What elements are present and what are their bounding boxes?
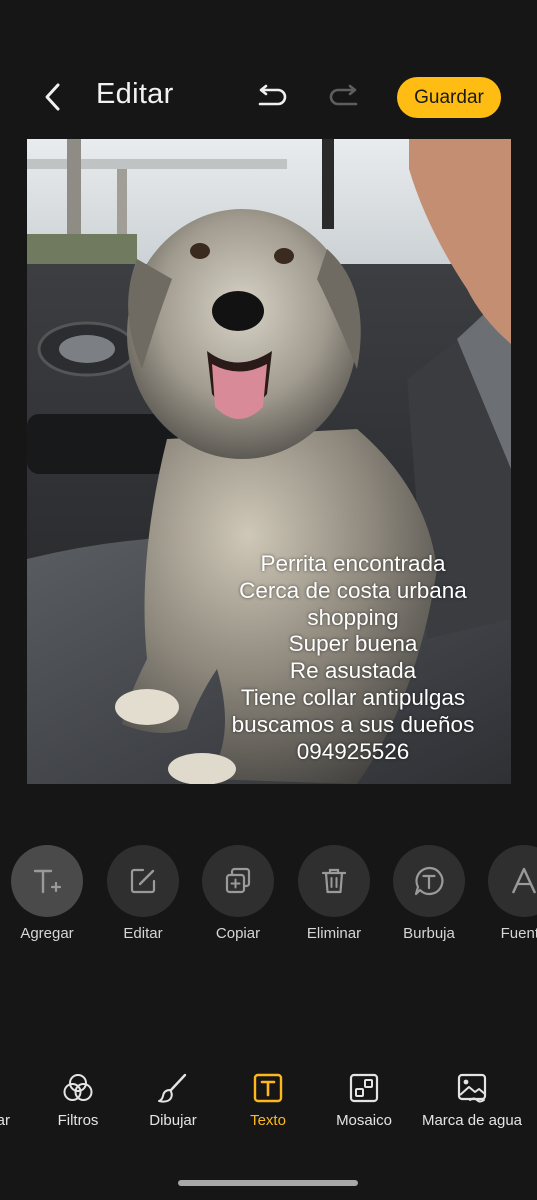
filters-icon (63, 1074, 93, 1101)
nav-item-ajustar[interactable]: Ajustar (0, 1070, 10, 1129)
caption-line: Super buena (288, 631, 418, 657)
copy-icon (225, 867, 251, 894)
nav-label: Dibujar (149, 1112, 197, 1129)
caption-line: Perrita encontrada (260, 551, 446, 576)
tool-label: Agregar (20, 925, 74, 942)
nav-item-texto[interactable]: Texto (238, 1070, 298, 1129)
caption-line: buscamos a sus dueños (231, 711, 475, 737)
redo-icon (329, 84, 358, 106)
caption-line: Cerca de costa urbana (239, 577, 467, 603)
caption-text[interactable]: Perrita encontrada Cerca de costa urbana… (207, 551, 499, 765)
redo-button[interactable] (326, 80, 362, 114)
bubble-icon (414, 866, 444, 896)
bottom-nav: Ajustar Filtros Dibujar Texto (0, 1070, 537, 1140)
nav-item-marca-de-agua[interactable]: Marca de agua (418, 1070, 526, 1129)
nav-label: Ajustar (0, 1112, 10, 1129)
brush-icon (158, 1073, 187, 1103)
tool-agregar[interactable]: Agregar (0, 845, 97, 942)
nav-label: Texto (250, 1112, 286, 1129)
undo-button[interactable] (254, 80, 290, 114)
caption-line: shopping (307, 604, 399, 630)
undo-icon (258, 84, 287, 106)
nav-label: Marca de agua (421, 1112, 523, 1129)
tool-burbuja[interactable]: Burbuja (379, 845, 479, 942)
caption-line: Re asustada (289, 658, 417, 684)
text-icon (253, 1073, 283, 1103)
back-button[interactable] (38, 80, 68, 114)
nav-label: Filtros (57, 1112, 99, 1129)
tool-fuente[interactable]: Fuente (474, 845, 537, 942)
nav-item-filtros[interactable]: Filtros (48, 1070, 108, 1129)
tool-label: Copiar (215, 925, 261, 942)
nav-item-mosaico[interactable]: Mosaico (333, 1070, 395, 1129)
tool-editar[interactable]: Editar (93, 845, 193, 942)
tool-label: Eliminar (306, 925, 362, 942)
page-title: Editar (96, 78, 174, 110)
photo-canvas[interactable]: Perrita encontrada Cerca de costa urbana… (27, 139, 511, 784)
tool-label: Editar (123, 925, 163, 942)
chevron-left-icon (45, 83, 60, 111)
nav-label: Mosaico (336, 1112, 392, 1129)
tool-eliminar[interactable]: Eliminar (284, 845, 384, 942)
tool-label: Burbuja (403, 925, 455, 942)
tool-label: Fuente (500, 925, 537, 942)
caption-line: 094925526 (296, 738, 410, 764)
trash-icon (321, 868, 347, 894)
top-bar: Editar Guardar (0, 0, 537, 135)
font-icon (511, 867, 537, 894)
tool-copiar[interactable]: Copiar (188, 845, 288, 942)
watermark-icon (457, 1073, 487, 1103)
nav-item-dibujar[interactable]: Dibujar (143, 1070, 203, 1129)
add-text-icon (33, 869, 62, 894)
caption-line: Tiene collar antipulgas (240, 684, 466, 710)
text-tools-row: Agregar Editar Copiar Eliminar Burbuja F… (0, 845, 537, 955)
save-button[interactable]: Guardar (397, 77, 501, 118)
mosaic-icon (349, 1073, 379, 1103)
home-indicator[interactable] (178, 1180, 358, 1186)
edit-icon (130, 868, 156, 894)
